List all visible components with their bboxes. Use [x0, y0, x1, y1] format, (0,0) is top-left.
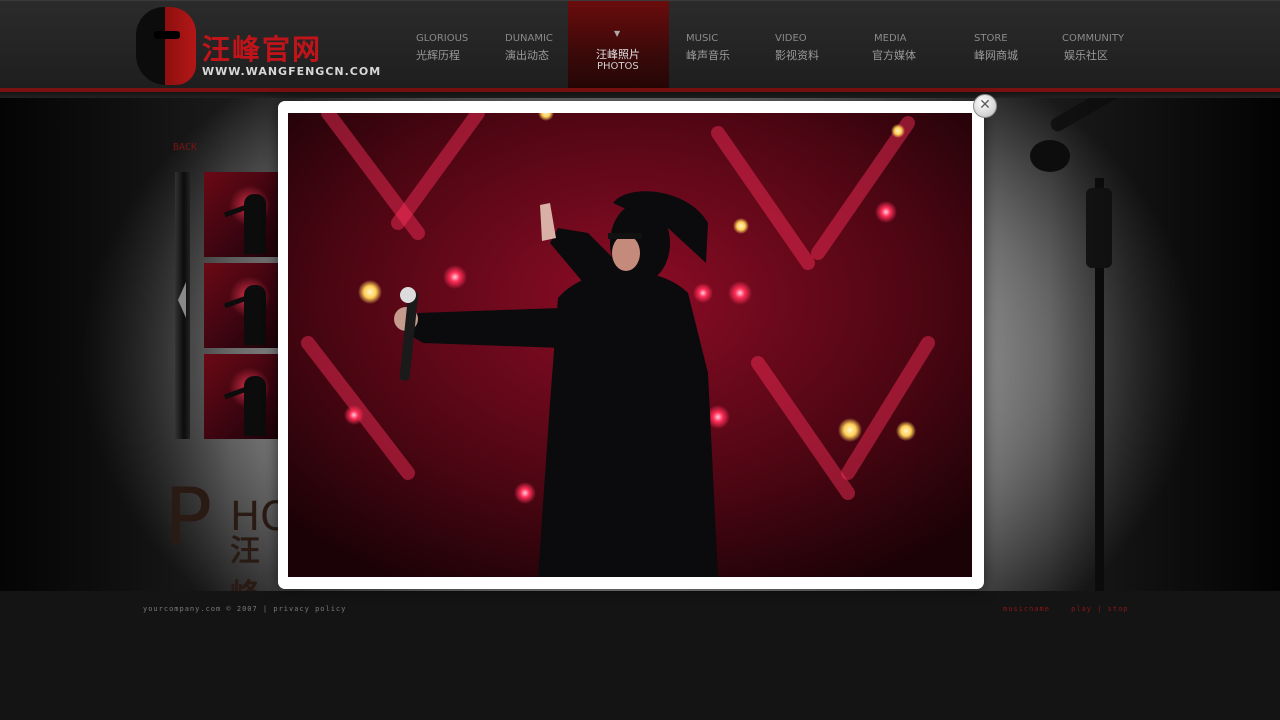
- nav-label-zh: 娱乐社区: [1064, 49, 1108, 62]
- photo-thumbnail[interactable]: [204, 263, 280, 348]
- heading-letter: P: [164, 471, 213, 564]
- music-player-controls: musicname play | stop: [1003, 605, 1145, 613]
- heading-cn: 汪峰: [230, 534, 260, 591]
- chevron-down-icon: ▼: [614, 29, 621, 38]
- nav-label-zh: 光辉历程: [416, 49, 460, 62]
- footer-copyright[interactable]: yourcompany.com © 2007 | privacy policy: [143, 605, 346, 613]
- nav-item-photos[interactable]: ▼ 汪峰照片 PHOTOS: [568, 1, 669, 93]
- nav-label-en: VIDEO: [775, 33, 807, 44]
- lightbox-photo: [288, 113, 972, 577]
- site-header: 汪峰官网 WWW.WANGFENGCN.COM GLORIOUS 光辉历程 DU…: [0, 0, 1280, 93]
- photo-thumbnail[interactable]: [204, 354, 280, 439]
- nav-item-media[interactable]: MEDIA 官方媒体: [872, 1, 962, 89]
- logo-portrait-icon: [136, 7, 196, 85]
- nav-label-en: DUNAMIC: [505, 33, 553, 44]
- nav-label-en: MUSIC: [686, 33, 719, 44]
- site-footer: yourcompany.com © 2007 | privacy policy …: [0, 591, 1280, 720]
- nav-label-en: COMMUNITY: [1062, 33, 1125, 44]
- photo-lightbox: [278, 101, 984, 589]
- logo-title: 汪峰官网: [202, 33, 323, 66]
- nav-label-zh: 官方媒体: [872, 49, 916, 62]
- back-link[interactable]: BACK: [173, 142, 197, 153]
- music-name[interactable]: musicname: [1003, 605, 1050, 613]
- site-logo[interactable]: 汪峰官网 WWW.WANGFENGCN.COM: [136, 7, 380, 85]
- nav-item-music[interactable]: MUSIC 峰声音乐: [686, 1, 776, 89]
- nav-item-community[interactable]: COMMUNITY 娱乐社区: [1062, 1, 1152, 89]
- play-stop-button[interactable]: play | stop: [1071, 605, 1128, 613]
- header-divider: [0, 88, 1280, 98]
- nav-label-en: STORE: [974, 33, 1008, 44]
- nav-label-zh: 峰网商城: [974, 49, 1018, 62]
- nav-label-zh: 峰声音乐: [686, 49, 730, 62]
- nav-item-store[interactable]: STORE 峰网商城: [974, 1, 1064, 89]
- nav-label-zh: 汪峰照片: [596, 48, 640, 61]
- nav-label-en: GLORIOUS: [416, 33, 469, 44]
- arrow-left-icon[interactable]: [178, 282, 186, 318]
- photo-thumbnail[interactable]: [204, 172, 280, 257]
- nav-label-zh: 影视资料: [775, 49, 819, 62]
- close-icon[interactable]: ✕: [973, 94, 997, 118]
- nav-label-en: PHOTOS: [597, 61, 639, 72]
- nav-item-glorious[interactable]: GLORIOUS 光辉历程: [416, 1, 506, 89]
- nav-item-video[interactable]: VIDEO 影视资料: [775, 1, 865, 89]
- logo-url: WWW.WANGFENGCN.COM: [202, 65, 382, 78]
- concert-photo: [288, 113, 972, 577]
- nav-label-en: MEDIA: [874, 33, 907, 44]
- nav-label-zh: 演出动态: [505, 49, 549, 62]
- thumbnail-scrollbar[interactable]: [175, 172, 190, 439]
